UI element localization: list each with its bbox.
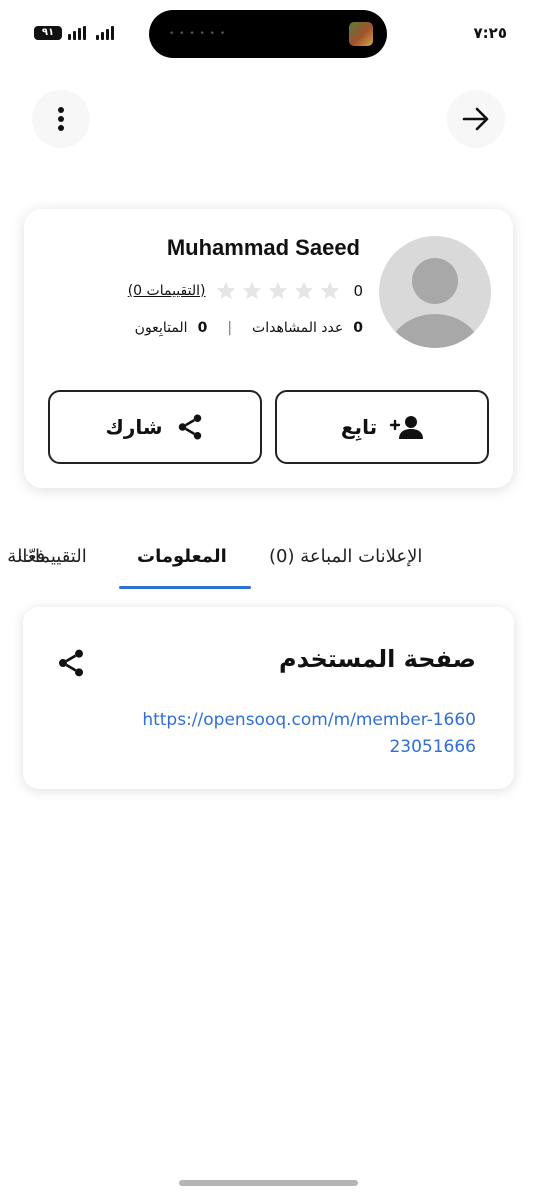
more-vertical-icon (58, 107, 64, 131)
status-time: ٧:٢٥ (473, 24, 507, 42)
views-count: 0 (353, 320, 363, 336)
dynamic-island: • • • • • • (149, 10, 387, 58)
rating-row: (0 التقييمات) 0 (128, 279, 363, 303)
star-icon (295, 281, 314, 300)
rating-value: 0 (353, 282, 363, 300)
profile-name: Muhammad Saeed (166, 235, 360, 260)
signal-icon (96, 26, 114, 40)
follow-button[interactable]: تابِع (275, 390, 489, 464)
active-tab-indicator (119, 586, 251, 589)
share-icon (59, 649, 83, 677)
add-person-icon (389, 416, 424, 439)
profile-tabs: فعّالة (0) الإعلانات المباعة (0) المعلوم… (0, 540, 537, 592)
battery-icon: ٩١ (34, 26, 62, 40)
user-page-card: صفحة المستخدم https://opensooq.com/m/mem… (23, 607, 514, 789)
star-icon (321, 281, 340, 300)
tab-info[interactable]: المعلومات (137, 546, 227, 567)
tab-ratings[interactable]: التقييمات (18, 546, 87, 567)
share-icon (178, 414, 201, 440)
ratings-link[interactable]: (0 التقييمات) (128, 283, 206, 299)
profile-card: Muhammad Saeed (0 التقييمات) 0 0 عدد الم… (24, 209, 513, 488)
now-playing-thumbnail (349, 22, 373, 46)
rating-stars (215, 280, 341, 302)
followers-count: 0 (197, 320, 208, 336)
more-options-button[interactable] (32, 90, 90, 148)
status-bar: ٩١ • • • • • • ٧:٢٥ (0, 0, 537, 66)
star-icon (217, 281, 236, 300)
tab-sold-ads[interactable]: الإعلانات المباعة (0) (269, 546, 422, 567)
back-button[interactable] (447, 90, 505, 148)
views-label: عدد المشاهدات (252, 320, 344, 336)
arrow-right-icon (462, 107, 489, 131)
user-page-link[interactable]: https://opensooq.com/m/member-1660230516… (136, 707, 476, 761)
share-profile-button[interactable]: شارك (48, 390, 262, 464)
audio-activity-icon: • • • • • • (169, 29, 227, 39)
share-button-label: شارك (105, 415, 163, 439)
follow-button-label: تابِع (340, 415, 378, 439)
home-indicator[interactable] (179, 1180, 358, 1186)
stats-row: 0 عدد المشاهدات | 0 المتابِعون (135, 316, 363, 340)
share-link-button[interactable] (55, 647, 87, 683)
user-page-title: صفحة المستخدم (279, 645, 476, 673)
avatar (379, 236, 491, 348)
stats-separator: | (227, 320, 233, 336)
star-icon (269, 281, 288, 300)
followers-label: المتابِعون (134, 320, 188, 336)
wifi-icon (68, 26, 86, 40)
star-icon (243, 281, 262, 300)
